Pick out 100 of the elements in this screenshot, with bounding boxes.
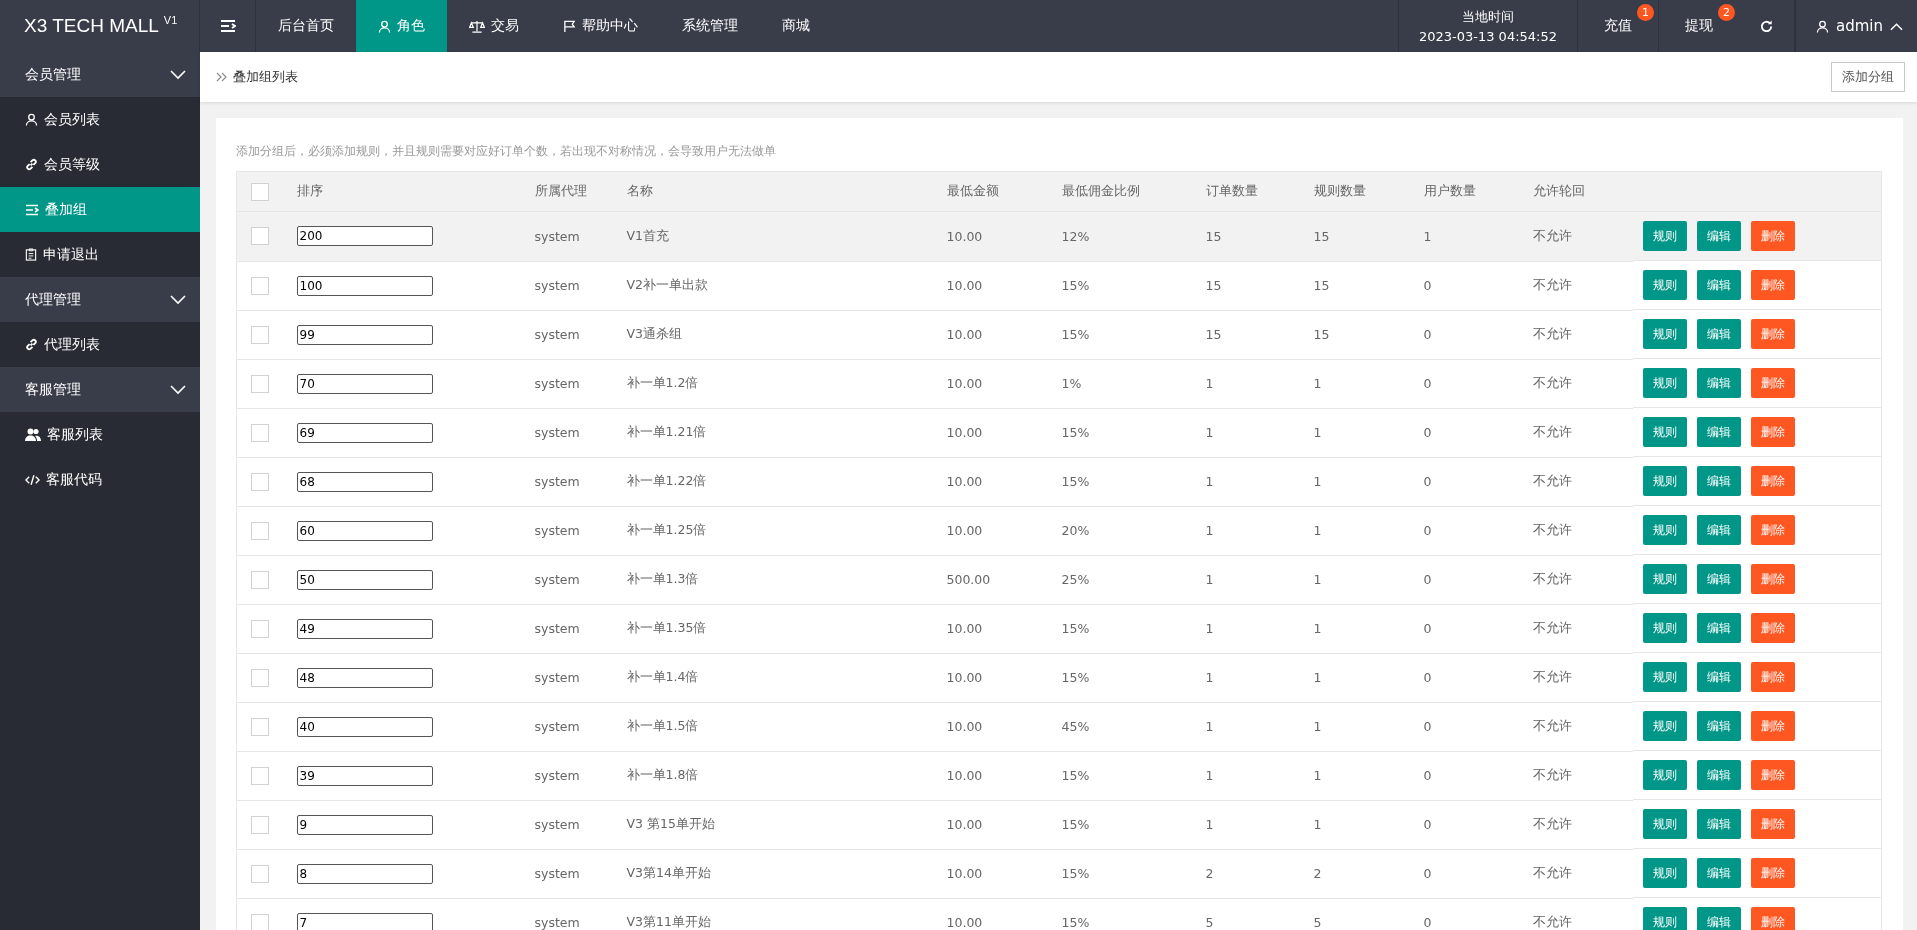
action-button[interactable]: 规则 xyxy=(1642,662,1687,692)
delete-button[interactable]: 删除 xyxy=(1750,662,1795,692)
add-group-button[interactable]: 添加分组 xyxy=(1831,62,1905,92)
name-cell: 补一单1.35倍 xyxy=(626,620,707,635)
orders-cell: 1 xyxy=(1205,719,1214,734)
action-button[interactable]: 规则 xyxy=(1642,564,1687,594)
delete-button[interactable]: 删除 xyxy=(1750,368,1795,398)
action-button[interactable]: 规则 xyxy=(1642,221,1687,251)
nav-tab[interactable]: 角色 xyxy=(356,0,447,52)
nav-tab[interactable]: 系统管理 xyxy=(660,0,760,52)
row-checkbox[interactable] xyxy=(251,423,269,442)
delete-button[interactable]: 删除 xyxy=(1750,809,1795,839)
sort-input[interactable]: 49 xyxy=(296,618,433,639)
row-checkbox[interactable] xyxy=(251,276,269,295)
rate-cell: 15% xyxy=(1061,425,1090,440)
delete-button[interactable]: 删除 xyxy=(1750,564,1795,594)
cycle-cell: 不允许 xyxy=(1532,227,1572,243)
code-icon xyxy=(25,473,40,486)
users-cell: 1 xyxy=(1423,228,1432,244)
sort-input[interactable]: 68 xyxy=(296,471,433,492)
sort-input[interactable]: 70 xyxy=(296,373,433,394)
delete-button[interactable]: 删除 xyxy=(1750,711,1795,741)
row-checkbox[interactable] xyxy=(251,913,269,930)
users-cell: 0 xyxy=(1423,572,1432,587)
row-checkbox[interactable] xyxy=(251,570,269,589)
action-button[interactable]: 编辑 xyxy=(1696,858,1741,888)
action-button[interactable]: 编辑 xyxy=(1696,613,1741,643)
action-button[interactable]: 规则 xyxy=(1642,319,1687,349)
delete-button[interactable]: 删除 xyxy=(1750,515,1795,545)
action-button[interactable]: 规则 xyxy=(1642,515,1687,545)
action-button[interactable]: 编辑 xyxy=(1696,319,1741,349)
select-all-checkbox[interactable] xyxy=(251,182,269,201)
sort-input[interactable]: 99 xyxy=(296,324,433,345)
action-button[interactable]: 规则 xyxy=(1642,417,1687,447)
sidebar-item[interactable]: 叠加组 xyxy=(0,187,200,232)
sort-input[interactable]: 60 xyxy=(296,520,433,541)
sort-input[interactable]: 48 xyxy=(296,667,433,688)
delete-button[interactable]: 删除 xyxy=(1750,907,1795,930)
delete-button[interactable]: 删除 xyxy=(1750,319,1795,349)
cycle-cell: 不允许 xyxy=(1532,424,1572,439)
nav-tab[interactable]: 后台首页 xyxy=(256,0,356,52)
row-checkbox[interactable] xyxy=(251,864,269,883)
sort-input[interactable]: 9 xyxy=(296,814,433,835)
rules-cell: 1 xyxy=(1313,425,1322,440)
sort-input[interactable]: 200 xyxy=(296,226,433,247)
delete-button[interactable]: 删除 xyxy=(1750,858,1795,888)
row-checkbox[interactable] xyxy=(251,472,269,491)
sidebar-group[interactable]: 客服管理 xyxy=(0,367,200,412)
sort-input[interactable]: 40 xyxy=(296,716,433,737)
action-button[interactable]: 规则 xyxy=(1642,270,1687,300)
action-button[interactable]: 规则 xyxy=(1642,858,1687,888)
delete-button[interactable]: 删除 xyxy=(1750,270,1795,300)
action-button[interactable]: 规则 xyxy=(1642,466,1687,496)
sidebar-group[interactable]: 代理管理 xyxy=(0,277,200,322)
sort-input[interactable]: 69 xyxy=(296,422,433,443)
action-button[interactable]: 编辑 xyxy=(1696,417,1741,447)
sort-input[interactable]: 7 xyxy=(296,912,433,930)
action-button[interactable]: 规则 xyxy=(1642,711,1687,741)
column-header: 规则数量 xyxy=(1313,183,1366,198)
delete-button[interactable]: 删除 xyxy=(1750,466,1795,496)
action-button[interactable]: 编辑 xyxy=(1696,662,1741,692)
action-button[interactable]: 编辑 xyxy=(1696,564,1741,594)
row-checkbox[interactable] xyxy=(251,619,269,638)
row-checkbox[interactable] xyxy=(251,374,269,393)
row-checkbox[interactable] xyxy=(251,717,269,736)
nav-tab[interactable]: 商城 xyxy=(760,0,832,52)
sort-input[interactable]: 50 xyxy=(296,569,433,590)
action-button[interactable]: 编辑 xyxy=(1696,809,1741,839)
row-checkbox[interactable] xyxy=(251,325,269,344)
action-button[interactable]: 编辑 xyxy=(1696,711,1741,741)
action-button[interactable]: 编辑 xyxy=(1696,907,1741,930)
row-checkbox[interactable] xyxy=(251,668,269,687)
row-checkbox[interactable] xyxy=(251,521,269,540)
nav-tab[interactable]: 交易 xyxy=(447,0,541,52)
nav-tab[interactable]: 帮助中心 xyxy=(541,0,660,52)
sort-input[interactable]: 100 xyxy=(296,275,433,296)
column-header: 允许轮回 xyxy=(1532,183,1585,198)
action-button[interactable]: 编辑 xyxy=(1696,221,1741,251)
action-button[interactable]: 编辑 xyxy=(1696,515,1741,545)
row-checkbox[interactable] xyxy=(251,766,269,785)
row-checkbox[interactable] xyxy=(251,815,269,834)
action-button[interactable]: 规则 xyxy=(1642,613,1687,643)
delete-button[interactable]: 删除 xyxy=(1750,221,1795,251)
action-button[interactable]: 规则 xyxy=(1642,760,1687,790)
action-button[interactable]: 编辑 xyxy=(1696,270,1741,300)
sidebar-group[interactable]: 会员管理 xyxy=(0,52,200,97)
sort-input[interactable]: 8 xyxy=(296,863,433,884)
action-button[interactable]: 规则 xyxy=(1642,368,1687,398)
delete-button[interactable]: 删除 xyxy=(1750,613,1795,643)
action-button[interactable]: 编辑 xyxy=(1696,368,1741,398)
delete-button[interactable]: 删除 xyxy=(1750,760,1795,790)
row-checkbox[interactable] xyxy=(251,227,269,246)
users-cell: 0 xyxy=(1423,474,1432,489)
action-button[interactable]: 编辑 xyxy=(1696,760,1741,790)
action-button[interactable]: 规则 xyxy=(1642,907,1687,930)
action-button[interactable]: 规则 xyxy=(1642,809,1687,839)
delete-button[interactable]: 删除 xyxy=(1750,417,1795,447)
cycle-cell: 不允许 xyxy=(1532,669,1572,684)
action-button[interactable]: 编辑 xyxy=(1696,466,1741,496)
sort-input[interactable]: 39 xyxy=(296,765,433,786)
